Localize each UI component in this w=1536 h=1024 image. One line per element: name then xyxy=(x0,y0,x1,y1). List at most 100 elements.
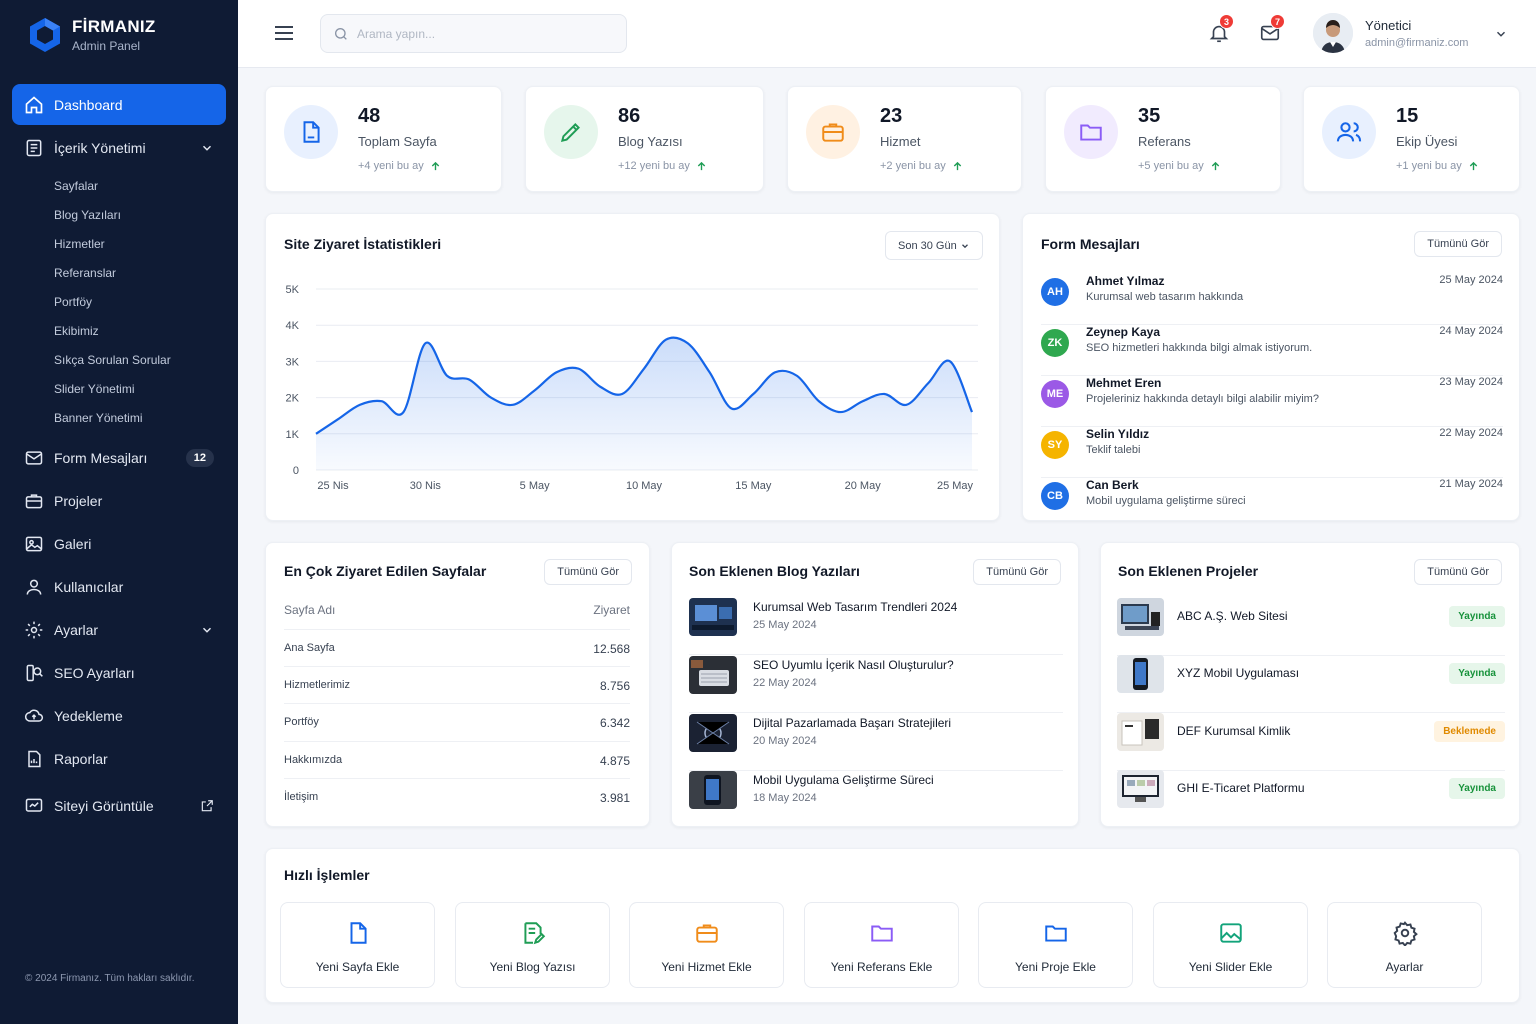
search-input[interactable] xyxy=(357,26,617,41)
folder-icon xyxy=(1080,124,1102,141)
project-item[interactable]: XYZ Mobil Uygulaması Yayında xyxy=(1117,655,1505,713)
top-pages-view-all-button[interactable]: Tümünü Gör xyxy=(544,559,632,585)
submenu-item-team[interactable]: Ekibimiz xyxy=(54,317,226,346)
project-name: DEF Kurumsal Kimlik xyxy=(1177,724,1291,738)
menu-toggle-button[interactable] xyxy=(274,24,294,42)
sidebar-item-projects[interactable]: Projeler xyxy=(12,480,226,521)
page-visits: 6.342 xyxy=(599,716,630,730)
table-row[interactable]: Ana Sayfa 12.568 xyxy=(284,629,630,666)
status-badge: Yayında xyxy=(1449,606,1505,627)
brand[interactable]: FİRMANIZ Admin Panel xyxy=(28,16,156,54)
gear-icon xyxy=(1393,921,1418,946)
quick-add-page-button[interactable]: Yeni Sayfa Ekle xyxy=(280,902,435,988)
submenu-item-services[interactable]: Hizmetler xyxy=(54,230,226,259)
stat-trend-text: +12 yeni bu ay xyxy=(618,160,690,172)
project-item[interactable]: DEF Kurumsal Kimlik Beklemede xyxy=(1117,713,1505,771)
message-item[interactable]: ME Mehmet Eren Projeleriniz hakkında det… xyxy=(1041,376,1503,427)
external-link-icon xyxy=(201,799,213,811)
submenu-item-references[interactable]: Referanslar xyxy=(54,259,226,288)
message-date: 21 May 2024 xyxy=(1439,478,1503,490)
stat-card-team[interactable]: 15 Ekip Üyesi +1 yeni bu ay xyxy=(1303,86,1520,192)
x-tick-label: 5 May xyxy=(520,480,550,492)
arrow-up-icon xyxy=(1469,161,1477,170)
blog-item[interactable]: Mobil Uygulama Geliştirme Süreci 18 May … xyxy=(689,770,1063,828)
stat-card-pages[interactable]: 48 Toplam Sayfa +4 yeni bu ay xyxy=(265,86,502,192)
quick-add-slider-button[interactable]: Yeni Slider Ekle xyxy=(1153,902,1308,988)
table-row[interactable]: Hizmetlerimiz 8.756 xyxy=(284,666,630,703)
submenu-item-banner[interactable]: Banner Yönetimi xyxy=(54,404,226,433)
blog-item[interactable]: Dijital Pazarlamada Başarı Stratejileri … xyxy=(689,713,1063,771)
seo-icon xyxy=(26,664,43,681)
quick-add-service-button[interactable]: Yeni Hizmet Ekle xyxy=(629,902,784,988)
quick-add-reference-button[interactable]: Yeni Referans Ekle xyxy=(804,902,959,988)
blog-title: SEO Uyumlu İçerik Nasıl Oluşturulur? xyxy=(753,658,954,672)
table-row[interactable]: Portföy 6.342 xyxy=(284,703,630,740)
sidebar-item-settings[interactable]: Ayarlar xyxy=(12,609,226,650)
sidebar-item-reports[interactable]: Raporlar xyxy=(12,738,226,779)
message-item[interactable]: ZK Zeynep Kaya SEO hizmetleri hakkında b… xyxy=(1041,325,1503,376)
message-item[interactable]: SY Selin Yıldız Teklif talebi 22 May 202… xyxy=(1041,427,1503,478)
phone-thumbnail-icon xyxy=(689,771,737,809)
sidebar-item-label: İçerik Yönetimi xyxy=(54,139,146,156)
brand-subtitle: Admin Panel xyxy=(72,39,141,53)
project-name: ABC A.Ş. Web Sitesi xyxy=(1177,609,1288,623)
project-name: GHI E-Ticaret Platformu xyxy=(1177,781,1305,795)
sidebar-item-dashboard[interactable]: Dashboard xyxy=(12,84,226,125)
table-row[interactable]: İletişim 3.981 xyxy=(284,778,630,815)
messages-count-badge: 12 xyxy=(185,448,214,467)
stat-card-blog[interactable]: 86 Blog Yazısı +12 yeni bu ay xyxy=(525,86,764,192)
table-row[interactable]: Hakkımızda 4.875 xyxy=(284,741,630,778)
messages-button[interactable]: 7 xyxy=(1259,14,1285,44)
hexagon-logo-icon xyxy=(30,18,60,52)
page-name: Portföy xyxy=(284,716,319,728)
stat-label: Toplam Sayfa xyxy=(358,134,437,149)
sidebar-item-content[interactable]: İçerik Yönetimi xyxy=(12,127,226,168)
project-item[interactable]: GHI E-Ticaret Platformu Yayında xyxy=(1117,770,1505,828)
quick-add-blog-button[interactable]: Yeni Blog Yazısı xyxy=(455,902,610,988)
messages-view-all-button[interactable]: Tümünü Gör xyxy=(1414,231,1502,257)
search-icon xyxy=(335,27,347,40)
sidebar-item-gallery[interactable]: Galeri xyxy=(12,523,226,564)
quick-settings-button[interactable]: Ayarlar xyxy=(1327,902,1482,988)
stat-value: 23 xyxy=(880,105,903,127)
submenu-item-blog[interactable]: Blog Yazıları xyxy=(54,201,226,230)
sidebar-item-form-messages[interactable]: Form Mesajları 12 xyxy=(12,437,226,478)
message-item[interactable]: CB Can Berk Mobil uygulama geliştirme sü… xyxy=(1041,478,1503,529)
search-box[interactable] xyxy=(320,14,627,53)
report-icon xyxy=(28,750,41,767)
notifications-button[interactable]: 3 xyxy=(1208,14,1234,44)
avatar: SY xyxy=(1041,431,1069,459)
project-item[interactable]: ABC A.Ş. Web Sitesi Yayında xyxy=(1117,598,1505,656)
stat-card-services[interactable]: 23 Hizmet +2 yeni bu ay xyxy=(787,86,1022,192)
sidebar-item-backup[interactable]: Yedekleme xyxy=(12,695,226,736)
message-item[interactable]: AH Ahmet Yılmaz Kurumsal web tasarım hak… xyxy=(1041,274,1503,325)
avatar: ZK xyxy=(1041,329,1069,357)
message-sender: Mehmet Eren xyxy=(1086,376,1162,390)
blog-view-all-button[interactable]: Tümünü Gör xyxy=(973,559,1061,585)
blog-item[interactable]: Kurumsal Web Tasarım Trendleri 2024 25 M… xyxy=(689,597,1063,655)
submenu-item-pages[interactable]: Sayfalar xyxy=(54,172,226,201)
message-date: 23 May 2024 xyxy=(1439,376,1503,388)
blog-item[interactable]: SEO Uyumlu İçerik Nasıl Oluşturulur? 22 … xyxy=(689,655,1063,713)
submenu-item-portfolio[interactable]: Portföy xyxy=(54,288,226,317)
stat-card-references[interactable]: 35 Referans +5 yeni bu ay xyxy=(1045,86,1281,192)
blog-title: Kurumsal Web Tasarım Trendleri 2024 xyxy=(753,600,958,614)
quick-action-label: Yeni Slider Ekle xyxy=(1188,960,1273,974)
column-header-page: Sayfa Adı xyxy=(284,603,336,617)
user-menu[interactable]: Yönetici admin@firmaniz.com xyxy=(1313,13,1506,53)
y-tick-label: 2K xyxy=(286,393,300,405)
submenu-item-slider[interactable]: Slider Yönetimi xyxy=(54,375,226,404)
qa-icon-wrap xyxy=(979,920,1132,946)
monitor-icon xyxy=(25,798,43,812)
sidebar-item-users[interactable]: Kullanıcılar xyxy=(12,566,226,607)
projects-view-all-button[interactable]: Tümünü Gör xyxy=(1414,559,1502,585)
submenu-item-faq[interactable]: Sıkça Sorulan Sorular xyxy=(54,346,226,375)
page-name: Hizmetlerimiz xyxy=(284,679,350,691)
sidebar-item-view-site[interactable]: Siteyi Görüntüle xyxy=(12,785,226,826)
quick-add-project-button[interactable]: Yeni Proje Ekle xyxy=(978,902,1133,988)
qa-icon-wrap xyxy=(1328,920,1481,946)
status-badge: Beklemede xyxy=(1434,721,1505,742)
message-preview: Kurumsal web tasarım hakkında xyxy=(1086,291,1244,303)
sidebar-item-seo[interactable]: SEO Ayarları xyxy=(12,652,226,693)
column-header-visits: Ziyaret xyxy=(593,603,630,617)
